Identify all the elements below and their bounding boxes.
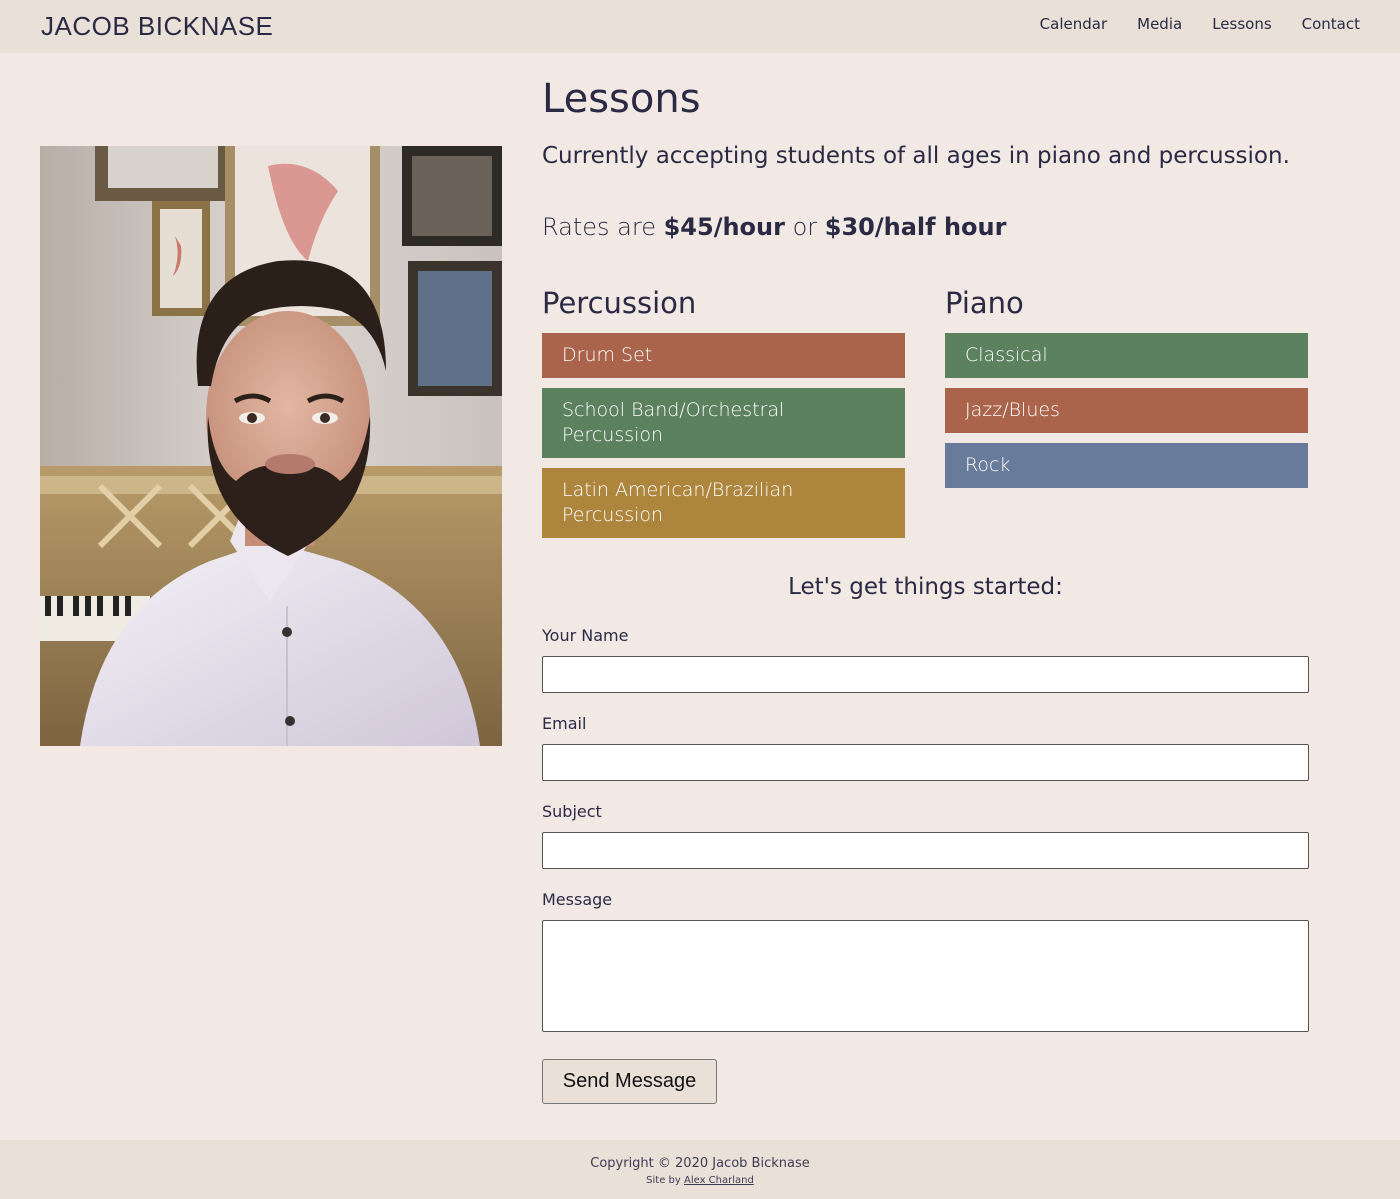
lesson-tile-classical: Classical bbox=[945, 333, 1308, 378]
name-label: Your Name bbox=[542, 626, 629, 645]
rates-text: Rates are $45/hour or $30/half hour bbox=[542, 213, 1006, 241]
main-nav: Calendar Media Lessons Contact bbox=[1040, 15, 1360, 33]
piano-heading: Piano bbox=[945, 286, 1024, 320]
subject-input[interactable] bbox=[542, 832, 1309, 869]
name-input[interactable] bbox=[542, 656, 1309, 693]
message-textarea[interactable] bbox=[542, 920, 1309, 1032]
site-footer: Copyright © 2020 Jacob Bicknase Site by … bbox=[0, 1140, 1400, 1199]
rate-hour: $45/hour bbox=[663, 213, 785, 241]
percussion-column: Percussion Drum Set School Band/Orchestr… bbox=[542, 286, 905, 548]
piano-column: Piano Classical Jazz/Blues Rock bbox=[945, 286, 1308, 498]
lesson-tile-jazz-blues: Jazz/Blues bbox=[945, 388, 1308, 433]
lead-text: Currently accepting students of all ages… bbox=[542, 143, 1290, 169]
subject-label: Subject bbox=[542, 802, 602, 821]
message-label: Message bbox=[542, 890, 613, 909]
contact-form: Your Name Email Subject Message Send Mes… bbox=[542, 624, 1309, 1104]
page-title: Lessons bbox=[542, 76, 701, 122]
copyright-text: Copyright © 2020 Jacob Bicknase bbox=[590, 1156, 810, 1171]
lesson-tile-school-band: School Band/Orchestral Percussion bbox=[542, 388, 905, 458]
nav-media[interactable]: Media bbox=[1137, 15, 1182, 33]
site-header: JACOB BICKNASE Calendar Media Lessons Co… bbox=[0, 0, 1400, 53]
percussion-heading: Percussion bbox=[542, 286, 697, 320]
credit-link[interactable]: Alex Charland bbox=[684, 1175, 754, 1186]
rates-or: or bbox=[784, 213, 825, 241]
lesson-tile-drum-set: Drum Set bbox=[542, 333, 905, 378]
send-message-button[interactable]: Send Message bbox=[542, 1059, 717, 1104]
rate-half-hour: $30/half hour bbox=[824, 213, 1007, 241]
profile-photo bbox=[40, 146, 502, 746]
rates-prefix: Rates are bbox=[542, 213, 664, 241]
lesson-tile-latin-american: Latin American/Brazilian Percussion bbox=[542, 468, 905, 538]
email-label: Email bbox=[542, 714, 587, 733]
contact-form-title: Let's get things started: bbox=[788, 574, 1063, 600]
site-brand[interactable]: JACOB BICKNASE bbox=[41, 11, 273, 42]
lesson-tile-rock: Rock bbox=[945, 443, 1308, 488]
credit-prefix: Site by bbox=[646, 1175, 684, 1186]
site-credit: Site by Alex Charland bbox=[0, 1175, 1400, 1186]
nav-calendar[interactable]: Calendar bbox=[1040, 15, 1107, 33]
nav-lessons[interactable]: Lessons bbox=[1212, 15, 1271, 33]
email-input[interactable] bbox=[542, 744, 1309, 781]
nav-contact[interactable]: Contact bbox=[1302, 15, 1360, 33]
